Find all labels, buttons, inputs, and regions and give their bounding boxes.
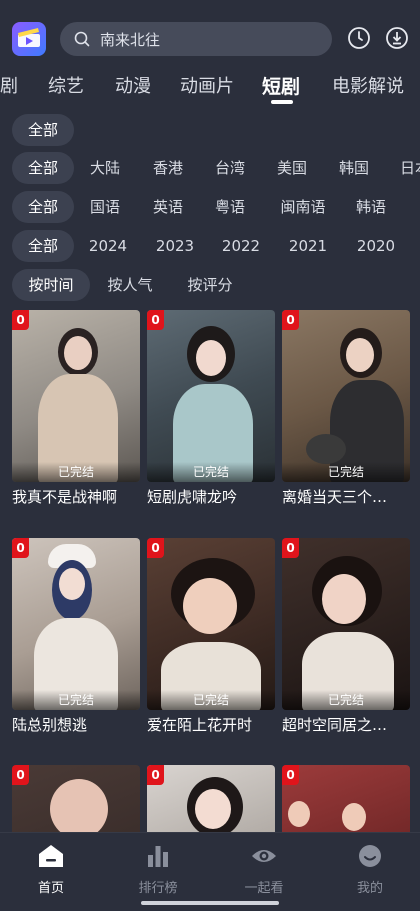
status-label: 已完结 — [282, 462, 410, 482]
drama-card[interactable]: 0 已完结 爱在陌上花开时 — [147, 538, 275, 735]
poster-image[interactable]: 0 已完结 — [282, 310, 410, 482]
drama-card[interactable]: 0 已完结 短剧虎啸龙吟 — [147, 310, 275, 507]
filter-row-all: 全部 — [0, 112, 420, 148]
filter-row-region: 全部 大陆 香港 台湾 美国 韩国 日本 — [0, 150, 420, 186]
filter-chip[interactable]: 国语 — [80, 191, 130, 223]
filter-chip[interactable]: 2021 — [282, 230, 334, 262]
filter-row-sort: 按时间 按人气 按评分 — [0, 267, 420, 303]
card-title[interactable]: 离婚当天三个… — [282, 486, 410, 507]
episode-badge: 0 — [147, 538, 164, 558]
drama-card[interactable]: 0 已完结 离婚当天三个… — [282, 310, 410, 507]
category-tab[interactable]: 剧 — [0, 72, 18, 98]
poster-image[interactable]: 0 — [147, 765, 275, 832]
tab-mine[interactable]: 我的 — [330, 843, 410, 896]
card-title[interactable]: 陆总别想逃 — [12, 714, 140, 735]
search-input[interactable]: 南来北往 — [100, 29, 160, 50]
poster-image[interactable]: 0 已完结 — [282, 538, 410, 710]
episode-badge: 0 — [282, 765, 299, 785]
episode-badge: 0 — [147, 765, 164, 785]
sort-chip[interactable]: 按人气 — [96, 269, 164, 301]
history-clock-icon[interactable] — [347, 26, 371, 50]
drama-card[interactable]: 0 已完结 超时空同居之… — [282, 538, 410, 735]
filter-row-language: 全部 国语 英语 粤语 闽南语 韩语 — [0, 189, 420, 225]
poster-image[interactable]: 0 已完结 — [12, 310, 140, 482]
filter-row-year: 全部 2024 2023 2022 2021 2020 — [0, 228, 420, 264]
category-tab[interactable]: 综艺 — [48, 72, 84, 98]
filter-chip[interactable]: 英语 — [143, 191, 193, 223]
poster-image[interactable]: 0 已完结 — [147, 538, 275, 710]
filter-chip[interactable]: 2022 — [215, 230, 267, 262]
filter-chip[interactable]: 香港 — [143, 152, 193, 184]
filter-chip[interactable]: 全部 — [12, 230, 74, 262]
poster-image[interactable]: 0 — [282, 765, 410, 832]
active-tab-indicator — [271, 100, 293, 104]
tab-ranking[interactable]: 排行榜 — [118, 843, 198, 896]
bar-chart-icon — [148, 846, 168, 867]
app-logo-icon[interactable] — [12, 22, 46, 56]
bottom-tab-bar: 首页 排行榜 一起看 我的 — [0, 832, 420, 911]
search-icon — [74, 31, 90, 51]
filter-chip[interactable]: 韩语 — [346, 191, 396, 223]
episode-badge: 0 — [147, 310, 164, 330]
status-label: 已完结 — [12, 690, 140, 710]
home-indicator — [141, 901, 279, 905]
status-label: 已完结 — [147, 690, 275, 710]
poster-image[interactable]: 0 — [12, 765, 140, 832]
download-icon[interactable] — [385, 26, 409, 50]
filter-chip[interactable]: 日本 — [390, 152, 420, 184]
filter-chip[interactable]: 闽南语 — [270, 191, 336, 223]
category-tabs: 剧 综艺 动漫 动画片 短剧 电影解说 — [0, 64, 420, 108]
poster-image[interactable]: 0 已完结 — [147, 310, 275, 482]
card-title[interactable]: 超时空同居之… — [282, 714, 410, 735]
filter-chip[interactable]: 2020 — [350, 230, 402, 262]
episode-badge: 0 — [12, 538, 29, 558]
home-icon — [39, 845, 63, 867]
status-label: 已完结 — [147, 462, 275, 482]
drama-card[interactable]: 0 — [12, 765, 140, 832]
category-tab[interactable]: 动画片 — [180, 72, 234, 98]
card-title[interactable]: 爱在陌上花开时 — [147, 714, 275, 735]
episode-badge: 0 — [12, 310, 29, 330]
card-title[interactable]: 我真不是战神啊 — [12, 486, 140, 507]
search-bar[interactable]: 南来北往 — [60, 22, 332, 56]
filter-chip[interactable]: 大陆 — [80, 152, 130, 184]
drama-card[interactable]: 0 已完结 陆总别想逃 — [12, 538, 140, 735]
drama-grid: 0 已完结 我真不是战神啊 0 已完结 短剧虎啸龙吟 0 已完结 离婚当天三个… — [0, 310, 420, 832]
card-title[interactable]: 短剧虎啸龙吟 — [147, 486, 275, 507]
drama-card[interactable]: 0 — [147, 765, 275, 832]
tab-home[interactable]: 首页 — [11, 843, 91, 896]
tab-label: 首页 — [37, 881, 64, 896]
category-tab-active[interactable]: 短剧 — [262, 72, 300, 99]
top-bar: 南来北往 — [0, 0, 420, 64]
filter-chip[interactable]: 全部 — [12, 191, 74, 223]
episode-badge: 0 — [282, 310, 299, 330]
sort-chip[interactable]: 按评分 — [176, 269, 244, 301]
tab-watch-together[interactable]: 一起看 — [224, 843, 304, 896]
category-tab[interactable]: 动漫 — [115, 72, 151, 98]
filter-chip[interactable]: 台湾 — [205, 152, 255, 184]
filter-chip[interactable]: 粤语 — [205, 191, 255, 223]
episode-badge: 0 — [282, 538, 299, 558]
drama-card[interactable]: 0 已完结 我真不是战神啊 — [12, 310, 140, 507]
tab-label: 我的 — [356, 881, 383, 896]
sort-chip[interactable]: 按时间 — [12, 269, 90, 301]
filter-chip[interactable]: 全部 — [12, 114, 74, 146]
tab-label: 排行榜 — [138, 881, 178, 896]
poster-image[interactable]: 0 已完结 — [12, 538, 140, 710]
drama-card[interactable]: 0 — [282, 765, 410, 832]
filter-chip[interactable]: 美国 — [267, 152, 317, 184]
smile-face-icon — [359, 845, 381, 867]
filter-chip[interactable]: 2024 — [82, 230, 134, 262]
status-label: 已完结 — [282, 690, 410, 710]
filter-chip[interactable]: 2023 — [149, 230, 201, 262]
tab-label: 一起看 — [244, 881, 284, 896]
filter-chip[interactable]: 韩国 — [329, 152, 379, 184]
category-tab[interactable]: 电影解说 — [332, 72, 404, 98]
filter-chip[interactable]: 全部 — [12, 152, 74, 184]
episode-badge: 0 — [12, 765, 29, 785]
status-label: 已完结 — [12, 462, 140, 482]
eye-icon — [252, 850, 276, 862]
